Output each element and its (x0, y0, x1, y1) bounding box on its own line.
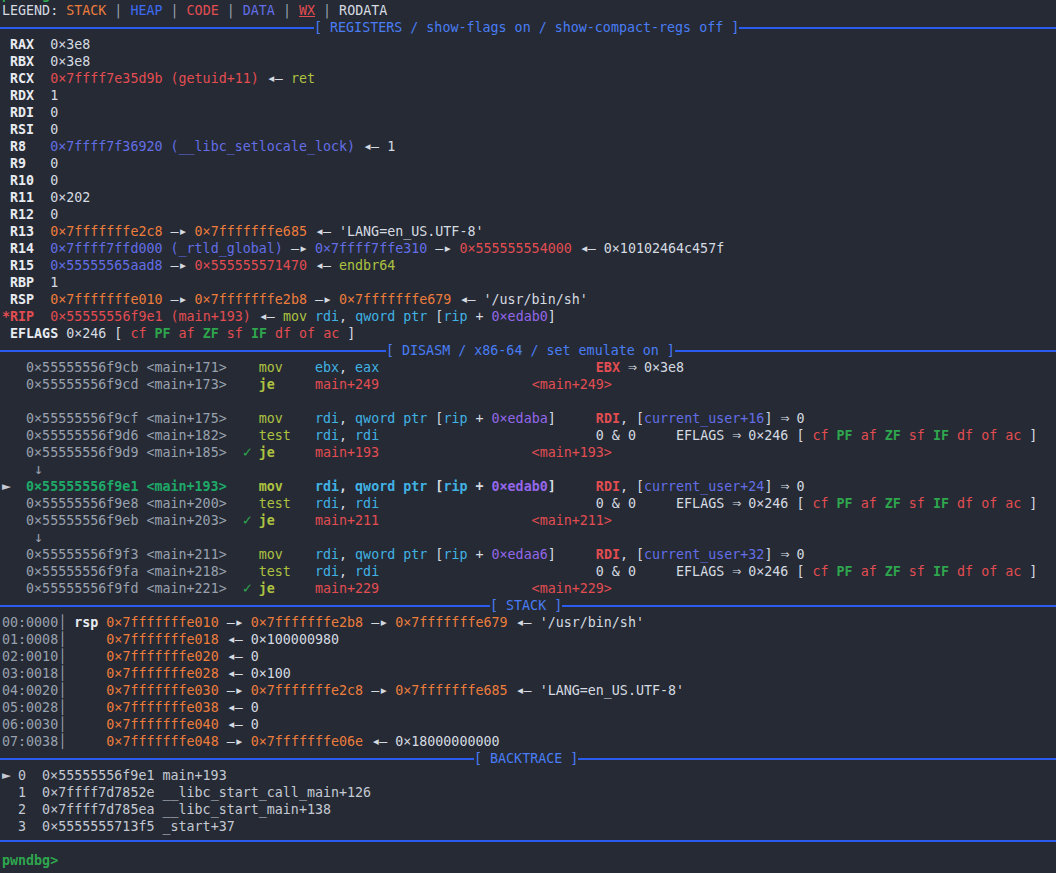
register-row-rsi: RSI 0 (0, 121, 1056, 138)
register-row-r14: R14 0×7ffff7ffd000 (_rtld_global) —▸ 0×7… (0, 240, 1056, 257)
separator-line (0, 605, 490, 607)
disasm-line-main-185: 0×55555556f9d9 <main+185> ✓ je main+193 … (0, 444, 1056, 461)
backtrace-frame-0: ► 0 0×55555556f9e1 main+193 (0, 767, 1056, 784)
stack-section-header-title: [ STACK ] (490, 597, 562, 614)
register-row-rcx: RCX 0×7ffff7e35d9b (getuid+11) ◂— ret (0, 70, 1056, 87)
legend-line: LEGEND: STACK | HEAP | CODE | DATA | WX … (0, 2, 1056, 19)
register-row-r15: R15 0×55555565aad8 —▸ 0×555555571470 ◂— … (0, 257, 1056, 274)
disasm-line-current-main-193: ► 0×55555556f9e1 <main+193> mov rdi, qwo… (0, 478, 1056, 495)
registers-section-header-title: [ REGISTERS / show-flags on / show-compa… (314, 19, 739, 36)
stack-section-header: [ STACK ] (0, 597, 1056, 614)
disasm-line-main-173: 0×55555556f9cd <main+173> je main+249 <m… (0, 376, 1056, 393)
separator-line (0, 758, 474, 760)
stack-row-7: 07:0038│ 0×7fffffffe048 —▸ 0×7fffffffe06… (0, 733, 1056, 750)
register-row-rax: RAX 0×3e8 (0, 36, 1056, 53)
register-row-r9: R9 0 (0, 155, 1056, 172)
stack-row-0: 00:0000│ rsp 0×7fffffffe010 —▸ 0×7ffffff… (0, 614, 1056, 631)
prompt-line[interactable]: pwndbg> (0, 852, 1056, 869)
bottom-separator (0, 835, 1056, 852)
backtrace-frame-1: 1 0×7ffff7d7852e __libc_start_call_main+… (0, 784, 1056, 801)
register-row-r13: R13 0×7fffffffe2c8 —▸ 0×7fffffffe685 ◂— … (0, 223, 1056, 240)
register-row-rdi: RDI 0 (0, 104, 1056, 121)
stack-row-2: 02:0010│ 0×7fffffffe020 ◂— 0 (0, 648, 1056, 665)
disasm-line-main-175: 0×55555556f9cf <main+175> mov rdi, qword… (0, 410, 1056, 427)
stack-row-3: 03:0018│ 0×7fffffffe028 ◂— 0×100 (0, 665, 1056, 682)
backtrace-frame-2: 2 0×7ffff7d785ea __libc_start_main+138 (0, 801, 1056, 818)
register-row-r8: R8 0×7ffff7f36920 (__libc_setlocale_lock… (0, 138, 1056, 155)
separator-line (578, 758, 1056, 760)
stack-row-4: 04:0020│ 0×7fffffffe030 —▸ 0×7fffffffe2c… (0, 682, 1056, 699)
disasm-section-header: [ DISASM / x86-64 / set emulate on ] (0, 342, 1056, 359)
backtrace-section-header-title: [ BACKTRACE ] (474, 750, 578, 767)
disasm-flow-arrow-1: ↓ (0, 461, 1056, 478)
register-row-rbx: RBX 0×3e8 (0, 53, 1056, 70)
separator-line (0, 350, 386, 352)
disasm-blank-line (0, 393, 1056, 410)
register-row-rdx: RDX 1 (0, 87, 1056, 104)
stack-row-5: 05:0028│ 0×7fffffffe038 ◂— 0 (0, 699, 1056, 716)
backtrace-frame-3: 3 0×5555555713f5 _start+37 (0, 818, 1056, 835)
backtrace-section-header: [ BACKTRACE ] (0, 750, 1056, 767)
disasm-line-main-221: 0×55555556f9fd <main+221> ✓ je main+229 … (0, 580, 1056, 597)
disasm-section-header-title: [ DISASM / x86-64 / set emulate on ] (386, 342, 675, 359)
disasm-line-main-182: 0×55555556f9d6 <main+182> test rdi, rdi … (0, 427, 1056, 444)
registers-section-header: [ REGISTERS / show-flags on / show-compa… (0, 19, 1056, 36)
register-row-rip: *RIP 0×55555556f9e1 (main+193) ◂— mov rd… (0, 308, 1056, 325)
separator-line (675, 350, 1056, 352)
disasm-flow-arrow-2: ↓ (0, 529, 1056, 546)
stack-row-1: 01:0008│ 0×7fffffffe018 ◂— 0×100000980 (0, 631, 1056, 648)
register-row-eflags: EFLAGS 0×246 [ cf PF af ZF sf IF df of a… (0, 325, 1056, 342)
separator-line (0, 27, 314, 29)
register-row-rbp: RBP 1 (0, 274, 1056, 291)
disasm-line-main-203: 0×55555556f9eb <main+203> ✓ je main+211 … (0, 512, 1056, 529)
register-row-r11: R11 0×202 (0, 189, 1056, 206)
disasm-line-main-200: 0×55555556f9e8 <main+200> test rdi, rdi … (0, 495, 1056, 512)
register-row-r12: R12 0 (0, 206, 1056, 223)
separator-line (739, 27, 1056, 29)
terminal-rows: LEGEND: STACK | HEAP | CODE | DATA | WX … (0, 2, 1056, 869)
disasm-line-main-211: 0×55555556f9f3 <main+211> mov rdi, qword… (0, 546, 1056, 563)
disasm-line-main-218: 0×55555556f9fa <main+218> test rdi, rdi … (0, 563, 1056, 580)
stack-row-6: 06:0030│ 0×7fffffffe040 ◂— 0 (0, 716, 1056, 733)
disasm-line-main-171: 0×55555556f9cb <main+171> mov ebx, eax E… (0, 359, 1056, 376)
register-row-rsp: RSP 0×7fffffffe010 —▸ 0×7fffffffe2b8 —▸ … (0, 291, 1056, 308)
register-row-r10: R10 0 (0, 172, 1056, 189)
separator-line (0, 840, 1056, 842)
pwndbg-terminal: pwndbg> LEGEND: STACK | HEAP | CODE | DA… (0, 0, 1056, 873)
separator-line (562, 605, 1056, 607)
